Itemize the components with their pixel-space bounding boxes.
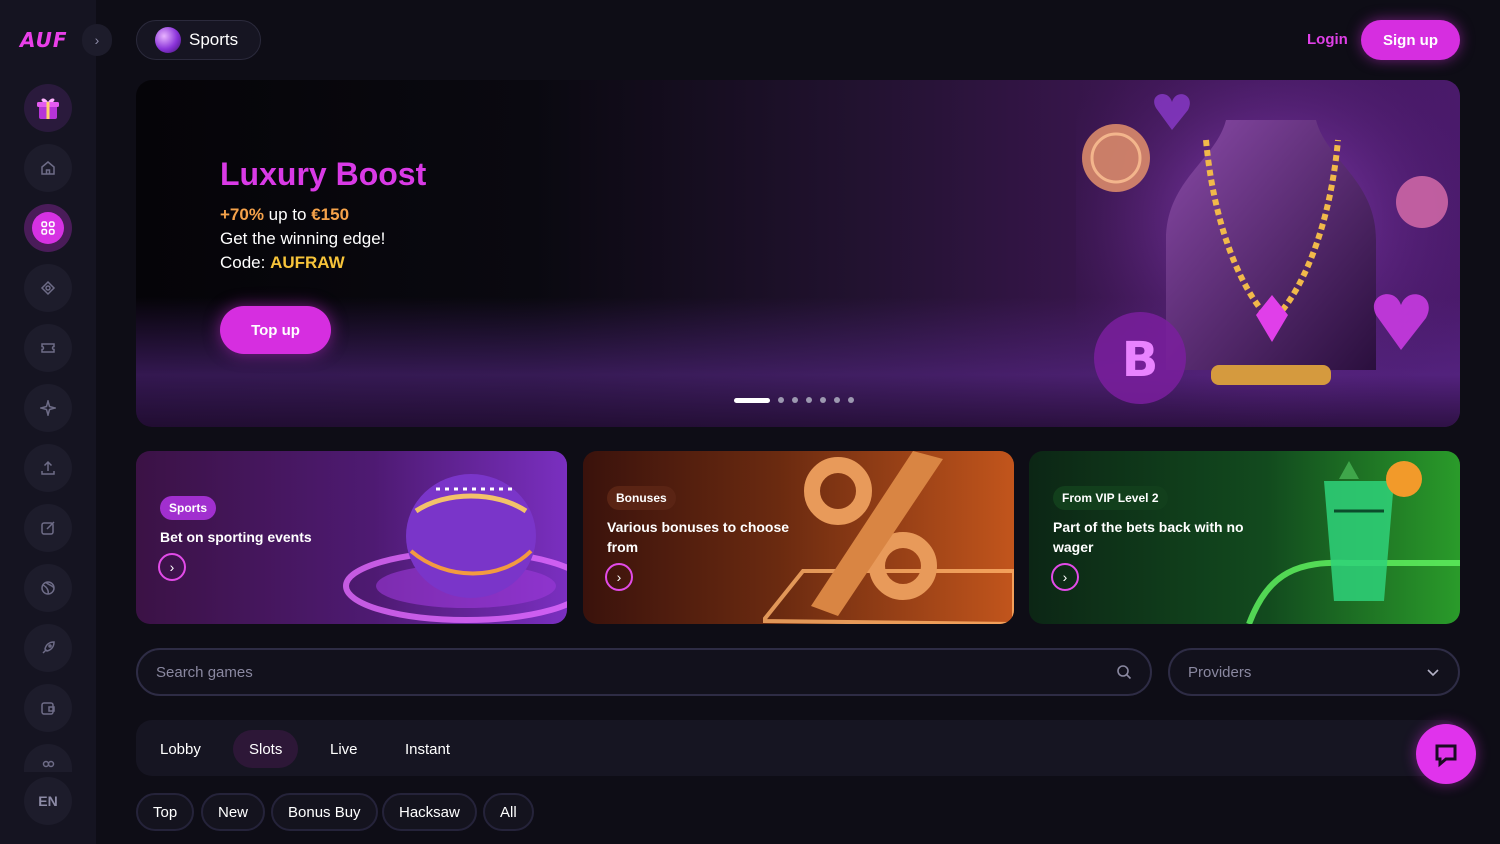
bonus-percent: +70%	[220, 205, 264, 224]
promo-text: Bet on sporting events	[160, 529, 312, 545]
sparkle-icon	[40, 400, 56, 416]
sidebar-item-home[interactable]	[24, 144, 72, 192]
hero-bonus-line: +70% up to €150	[220, 205, 349, 225]
providers-dropdown[interactable]: Providers	[1168, 648, 1460, 696]
sidebar-item-users[interactable]	[24, 744, 72, 772]
globe-icon	[41, 581, 55, 595]
carousel-dot[interactable]	[834, 397, 840, 403]
brand-logo[interactable]: AUF	[20, 28, 67, 52]
chip-new[interactable]: New	[201, 793, 266, 831]
chip-all[interactable]: All	[483, 793, 534, 831]
promo-text: Various bonuses to choose from	[607, 519, 790, 555]
promo-badge: Bonuses	[607, 486, 676, 510]
sidebar-item-games[interactable]	[24, 204, 72, 252]
chevron-right-icon: ›	[616, 569, 622, 585]
chevron-down-icon	[1427, 669, 1439, 677]
sidebar: AUF › EN	[0, 0, 112, 844]
sports-ball-icon	[155, 27, 181, 53]
chat-icon	[1435, 744, 1457, 768]
sidebar-item-gift[interactable]	[24, 84, 72, 132]
support-chat-button[interactable]	[1416, 724, 1476, 784]
upload-icon	[41, 460, 55, 475]
chevron-right-icon: ›	[94, 32, 100, 48]
bonus-amount: €150	[311, 205, 350, 224]
chip-bonus-buy[interactable]: Bonus Buy	[271, 793, 378, 831]
sidebar-item-casino[interactable]	[24, 264, 72, 312]
promo-badge: From VIP Level 2	[1053, 486, 1168, 510]
carousel-dots	[734, 397, 854, 403]
rocket-icon	[42, 641, 55, 654]
necklace-illustration: B	[1076, 80, 1460, 427]
sports-button[interactable]: Sports	[136, 20, 261, 60]
sidebar-item-tickets[interactable]	[24, 324, 72, 372]
promo-arrow-button[interactable]: ›	[158, 553, 186, 581]
category-tabs: Lobby Slots Live Instant	[136, 720, 1460, 776]
tab-lobby[interactable]: Lobby	[144, 730, 217, 768]
carousel-dot[interactable]	[806, 397, 812, 403]
home-icon	[41, 161, 55, 175]
hero-code-line: Code: AUFRAW	[220, 253, 345, 273]
tab-instant[interactable]: Instant	[389, 730, 466, 768]
chevron-right-icon: ›	[1062, 569, 1068, 585]
gift-icon	[37, 98, 59, 119]
grid-icon-wrap	[32, 212, 64, 244]
sidebar-item-edit[interactable]	[24, 504, 72, 552]
bonus-mid: up to	[263, 205, 312, 224]
game-search	[136, 648, 1152, 696]
cocktail-illustration	[1246, 461, 1460, 624]
chevron-right-icon: ›	[169, 559, 175, 575]
sidebar-collapse-button[interactable]: ›	[82, 24, 112, 56]
chip-hacksaw[interactable]: Hacksaw	[382, 793, 477, 831]
chip-top[interactable]: Top	[136, 793, 195, 831]
providers-label: Providers	[1188, 663, 1252, 681]
sidebar-item-wallet[interactable]	[24, 684, 72, 732]
promo-card-vip[interactable]: From VIP Level 2 Part of the bets back w…	[1029, 451, 1460, 624]
carousel-dot[interactable]	[734, 397, 770, 403]
sidebar-item-crash[interactable]	[24, 624, 72, 672]
promo-card-sports[interactable]: Sports Bet on sporting events ›	[136, 451, 567, 624]
carousel-dot[interactable]	[792, 397, 798, 403]
carousel-dot[interactable]	[778, 397, 784, 403]
hero-tagline: Get the winning edge!	[220, 229, 386, 248]
carousel-dot[interactable]	[820, 397, 826, 403]
svg-text:B: B	[1122, 332, 1159, 388]
carousel-dot[interactable]	[848, 397, 854, 403]
wallet-icon	[41, 702, 55, 715]
sidebar-item-promotions[interactable]	[24, 384, 72, 432]
edit-icon	[41, 521, 55, 535]
promo-arrow-button[interactable]: ›	[605, 563, 633, 591]
ticket-icon	[41, 343, 55, 353]
users-icon	[42, 760, 55, 768]
search-input[interactable]	[156, 663, 1056, 681]
promo-code: AUFRAW	[270, 253, 345, 272]
football-illustration	[343, 474, 567, 623]
code-label: Code:	[220, 253, 271, 272]
hero-banner[interactable]: B Luxury Boost +70% up to €150 Get the w…	[136, 80, 1460, 427]
sidebar-item-sports[interactable]	[24, 564, 72, 612]
promo-text: Part of the bets back with no wager	[1053, 519, 1244, 555]
promo-arrow-button[interactable]: ›	[1051, 563, 1079, 591]
topup-button[interactable]: Top up	[220, 306, 331, 354]
signup-button[interactable]: Sign up	[1361, 20, 1460, 60]
poker-chip-icon	[40, 280, 56, 296]
sidebar-item-deposit[interactable]	[24, 444, 72, 492]
promo-card-bonuses[interactable]: Bonuses Various bonuses to choose from ›	[583, 451, 1014, 624]
language-selector[interactable]: EN	[24, 777, 72, 825]
grid-icon	[41, 221, 55, 235]
tab-slots[interactable]: Slots	[233, 730, 299, 768]
hero-title: Luxury Boost	[220, 156, 427, 192]
search-icon[interactable]	[1116, 664, 1132, 680]
promo-badge: Sports	[160, 496, 217, 520]
tab-live[interactable]: Live	[314, 730, 374, 768]
sports-label: Sports	[189, 30, 239, 49]
login-link[interactable]: Login	[1307, 31, 1348, 48]
